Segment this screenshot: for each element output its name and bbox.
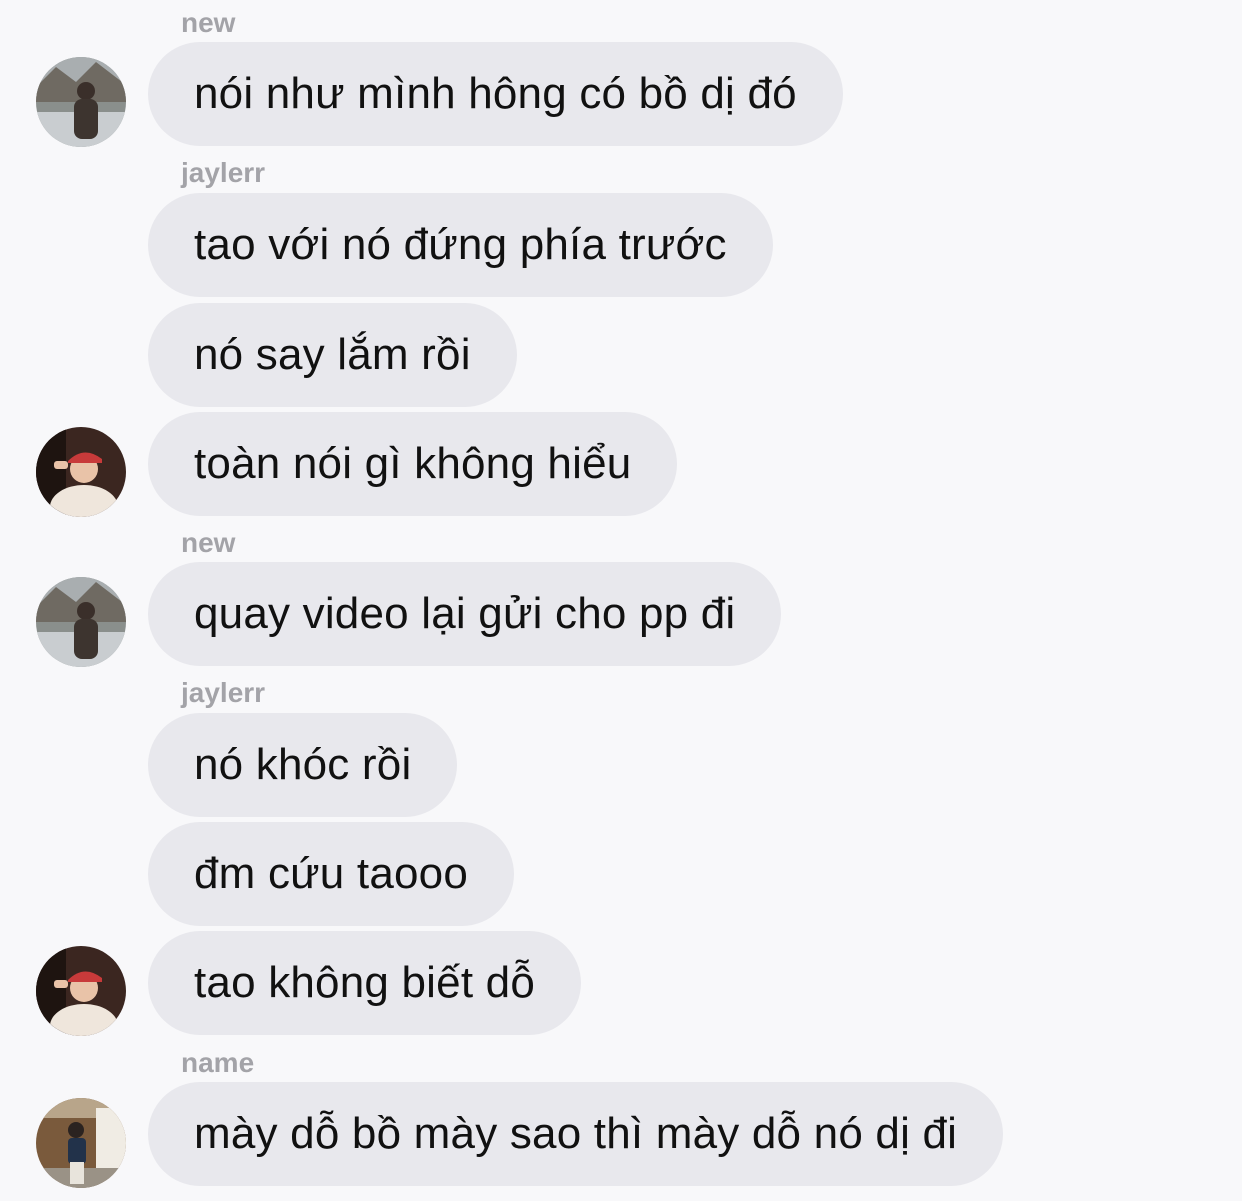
avatar-photo-icon [36,577,126,667]
avatar-jaylerr[interactable] [36,946,126,1036]
message-bubble[interactable]: tao không biết dỗ [109,931,582,1037]
message-thread[interactable]: new nói như mình hông có bồ dị đó jayler… [0,0,1242,1201]
avatar-photo-icon [36,427,126,517]
sender-name: new [181,527,236,558]
message-bubble[interactable]: nó say lắm rồi [148,303,517,407]
message-bubble[interactable]: nó khóc rồi [148,713,458,817]
avatar-photo-icon [36,946,126,1036]
avatar-new[interactable] [36,57,126,147]
message-bubble[interactable]: tao với nó đứng phía trước [148,193,773,297]
avatar-photo-icon [36,57,126,147]
sender-name: name [181,1047,255,1078]
sender-name: jaylerr [181,157,266,188]
message-bubble[interactable]: mày dỗ bồ mày sao thì mày dỗ nó dị đi [109,1082,1004,1188]
message-bubble[interactable]: toàn nói gì không hiểu [109,412,678,518]
sender-name: jaylerr [181,677,266,708]
avatar-name[interactable] [36,1098,126,1188]
message-bubble[interactable]: nói như mình hông có bồ dị đó [110,42,843,148]
sender-name: new [181,7,236,38]
message-bubble[interactable]: quay video lại gửi cho pp đi [109,562,782,668]
avatar-jaylerr[interactable] [36,427,126,517]
avatar-photo-icon [36,1098,126,1188]
avatar-new[interactable] [36,577,126,667]
message-bubble[interactable]: đm cứu taooo [148,822,515,926]
